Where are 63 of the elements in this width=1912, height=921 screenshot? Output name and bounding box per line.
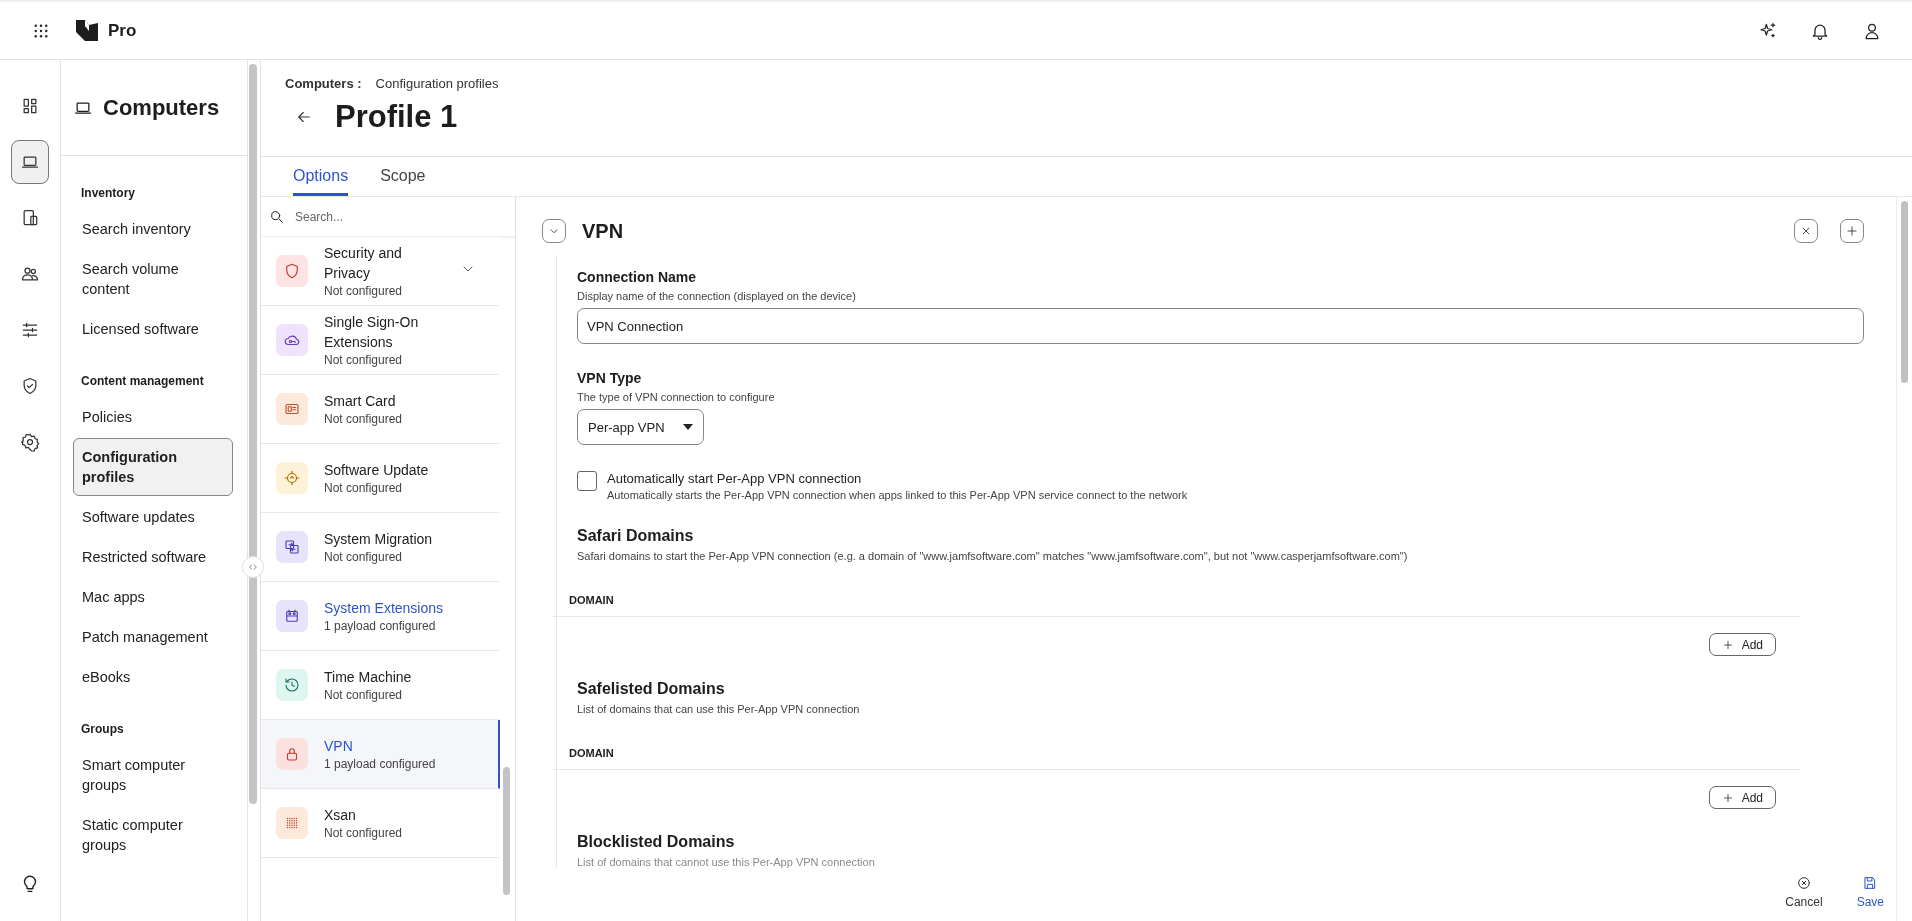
payload-status: Not configured: [324, 283, 404, 299]
sidebar-item[interactable]: Search volume content: [73, 250, 233, 308]
list-description: List of domains that cannot use this Per-App VPN connection: [577, 856, 876, 868]
tab[interactable]: Scope: [380, 157, 426, 196]
payload-title: Xsan: [324, 806, 357, 825]
add-button[interactable]: Add: [1708, 786, 1776, 809]
sidebar-item[interactable]: Restricted software: [73, 538, 233, 576]
list-description: List of domains that can use this Per-App VPN connection: [577, 703, 861, 715]
cancel-button[interactable]: Cancel: [1785, 875, 1823, 909]
breadcrumb-link[interactable]: Computers :: [285, 76, 362, 91]
list-title: Blocklisted Domains: [577, 833, 736, 851]
section-heading: Content management: [80, 374, 205, 388]
sidebar-item[interactable]: eBooks: [73, 658, 233, 696]
payload-status: 1 payload configured: [324, 756, 437, 772]
payload-status: Not configured: [324, 480, 404, 496]
payload-title: System Extensions: [324, 599, 444, 618]
payload-title: VPN: [324, 737, 354, 756]
section-title: VPN: [582, 219, 625, 243]
payload-title: Time Machine: [324, 668, 413, 687]
checkbox-description: Automatically starts the Per-App VPN connection when apps linked to this Per-App VPN service connect to the network: [607, 489, 1188, 501]
add-button[interactable]: Add: [1708, 633, 1776, 656]
sidebar-item[interactable]: Patch management: [73, 618, 233, 656]
payload-title: System Migration: [324, 530, 434, 549]
sidebar-item[interactable]: Mac apps: [73, 578, 233, 616]
payload-status: 1 payload configured: [324, 618, 437, 634]
payload-status: Not configured: [324, 825, 404, 841]
save-button[interactable]: Save: [1856, 875, 1884, 909]
column-header: DOMAIN: [553, 721, 1800, 770]
payload-item[interactable]: VPN 1 payload configured: [261, 720, 501, 789]
connection-name-field[interactable]: VPN Connection: [577, 308, 1864, 344]
payload-status: Not configured: [324, 549, 404, 565]
field-label: Connection Name: [577, 269, 697, 285]
tab[interactable]: Options: [293, 157, 349, 196]
sidebar-item[interactable]: Static computer groups: [73, 806, 233, 864]
list-title: Safari Domains: [577, 527, 695, 545]
payload-title: Single Sign-On Extensions: [324, 313, 420, 352]
search-field[interactable]: Search...: [293, 208, 493, 225]
payload-status: Not configured: [324, 687, 404, 703]
field-description: The type of VPN connection to configure: [577, 391, 776, 403]
payload-status: Not configured: [324, 352, 404, 368]
page-title: Profile 1: [335, 99, 458, 135]
vpn-type-dropdown[interactable]: Per-app VPN: [577, 409, 704, 445]
section-heading: Groups: [80, 722, 125, 736]
list-description: Safari domains to start the Per-App VPN connection (e.g. a domain of "www.jamfsoftware.com" matches "www.jamfsoftware.com", but not "www.casperjamfsoftware.com"): [577, 550, 1409, 562]
sidebar-item[interactable]: Configuration profiles: [73, 438, 233, 496]
sidebar-item[interactable]: Licensed software: [73, 310, 233, 348]
payload-title: Smart Card: [324, 392, 397, 411]
sidebar-item[interactable]: Search inventory: [73, 210, 233, 248]
breadcrumb-current: Configuration profiles: [375, 76, 499, 91]
sidebar-item[interactable]: Software updates: [73, 498, 233, 536]
sidebar-title: Computers: [103, 94, 220, 121]
sidebar-item[interactable]: Smart computer groups: [73, 746, 233, 804]
field-label: VPN Type: [577, 370, 643, 386]
payload-title: Software Update: [324, 461, 430, 480]
product-name: Pro: [108, 20, 137, 41]
list-title: Safelisted Domains: [577, 680, 726, 698]
field-description: Display name of the connection (displayed on the device): [577, 290, 857, 302]
payload-title: Security and Privacy: [324, 244, 403, 283]
column-header: DOMAIN: [553, 568, 1800, 617]
sidebar-item[interactable]: Policies: [73, 398, 233, 436]
checkbox-label: Automatically start Per-App VPN connection: [607, 471, 863, 486]
payload-status: Not configured: [324, 411, 404, 427]
section-heading: Inventory: [80, 186, 136, 200]
